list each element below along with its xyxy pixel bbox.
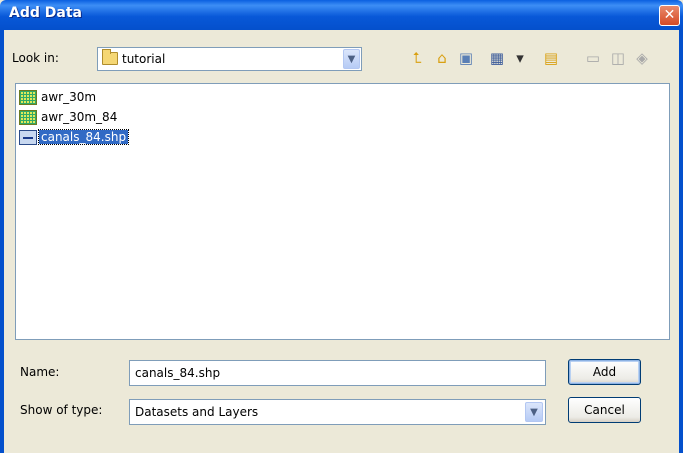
- raster-dataset-icon: [19, 90, 37, 105]
- shapefile-icon: [19, 130, 37, 145]
- new-geodatabase-icon: ▭: [585, 49, 601, 67]
- file-name: awr_30m: [41, 90, 97, 104]
- show-of-type-value: Datasets and Layers: [135, 405, 259, 419]
- look-in-value: tutorial: [122, 52, 166, 66]
- look-in-label: Look in:: [12, 51, 59, 65]
- file-list[interactable]: awr_30m awr_30m_84 canals_84.shp: [15, 83, 670, 340]
- home-icon[interactable]: ⌂: [432, 48, 452, 68]
- look-in-combo[interactable]: tutorial ▼: [97, 47, 362, 71]
- view-dropdown-icon[interactable]: ▾: [510, 48, 530, 68]
- folder-icon: [102, 49, 118, 65]
- file-name: canals_84.shp: [37, 129, 130, 145]
- name-label: Name:: [20, 365, 60, 379]
- raster-dataset-icon: [19, 110, 37, 125]
- file-list-item[interactable]: awr_30m: [19, 88, 219, 107]
- connect-folder-icon[interactable]: ▣: [456, 48, 476, 68]
- look-in-dropdown-arrow[interactable]: ▼: [343, 49, 360, 69]
- name-input-value: canals_84.shp: [135, 366, 221, 380]
- window-frame-right: [679, 30, 683, 453]
- window-title: Add Data: [9, 5, 82, 21]
- file-name: awr_30m_84: [41, 110, 118, 124]
- name-input[interactable]: canals_84.shp: [129, 360, 546, 386]
- show-of-type-select[interactable]: Datasets and Layers ▼: [129, 399, 546, 425]
- catalog-icon: ◈: [636, 49, 648, 67]
- add-button[interactable]: Add: [568, 359, 641, 385]
- view-list-icon[interactable]: ▦: [487, 48, 507, 68]
- cancel-button[interactable]: Cancel: [568, 397, 641, 423]
- show-of-type-label: Show of type:: [20, 403, 103, 417]
- window-frame-left: [0, 30, 4, 453]
- new-shapefile-icon: ◫: [610, 49, 626, 67]
- file-list-item[interactable]: canals_84.shp: [19, 128, 219, 147]
- close-button[interactable]: ✕: [659, 5, 680, 26]
- file-list-item[interactable]: awr_30m_84: [19, 108, 219, 127]
- up-one-level-icon[interactable]: ⮤: [407, 48, 427, 68]
- title-bar[interactable]: Add Data ✕: [0, 0, 683, 30]
- new-folder-icon[interactable]: ▤: [541, 48, 561, 68]
- show-of-type-dropdown-arrow[interactable]: ▼: [525, 402, 543, 422]
